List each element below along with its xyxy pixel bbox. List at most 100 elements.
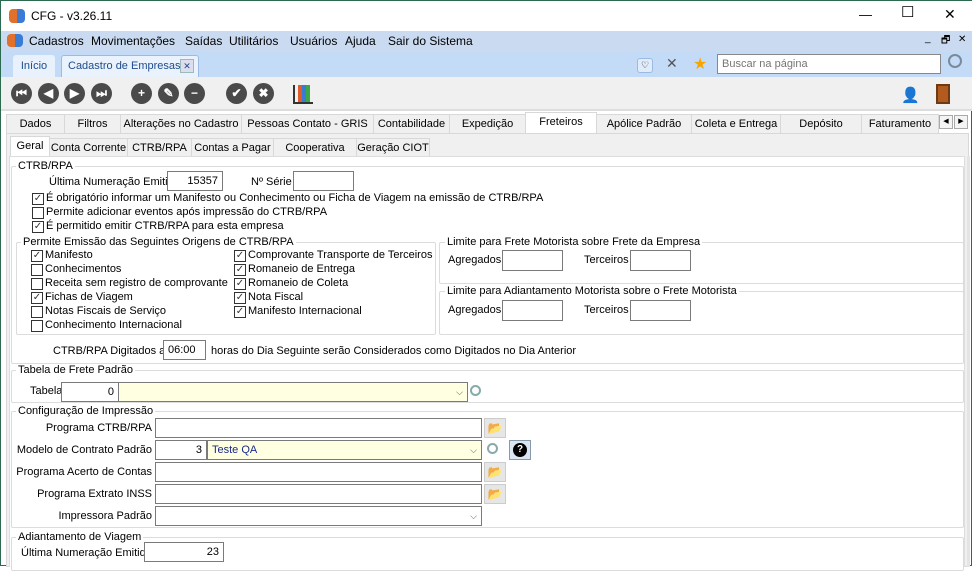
checkbox[interactable]: ✓ (32, 193, 44, 205)
modelo-code-input[interactable]: 3 (155, 440, 207, 460)
folder-open-icon[interactable]: 📂 (484, 484, 506, 504)
subtab-contas-pagar[interactable]: Contas a Pagar (191, 138, 274, 157)
tabela-combo[interactable]: ⌵ (118, 382, 468, 402)
tab-coleta-entrega[interactable]: Coleta e Entrega (691, 114, 781, 134)
menu-sair[interactable]: Sair do Sistema (388, 34, 473, 48)
minimize-button[interactable]: — (859, 8, 872, 21)
tabela-code-input[interactable]: 0 (61, 382, 119, 402)
programa-ctrb-input[interactable] (155, 418, 482, 438)
frete-agregados-input[interactable] (502, 250, 563, 271)
checkbox[interactable] (31, 278, 43, 290)
checkbox[interactable]: ✓ (234, 250, 246, 262)
chevron-down-icon[interactable]: ⌵ (470, 441, 477, 459)
tab-freteiros[interactable]: Freteiros (525, 112, 597, 134)
checkbox[interactable]: ✓ (234, 292, 246, 304)
chevron-down-icon[interactable]: ⌵ (456, 383, 463, 401)
menu-movimentacoes[interactable]: Movimentações (91, 34, 175, 48)
unpin-icon[interactable]: ✕ (666, 55, 678, 72)
mdi-restore-button[interactable]: 🗗 (941, 33, 950, 50)
digitados-input[interactable]: 06:00 (163, 340, 206, 360)
ultima-numeracao-input[interactable]: 15357 (167, 171, 223, 191)
tabela-frete-legend: Tabela de Frete Padrão (16, 364, 135, 376)
mdi-close-button[interactable]: ✕ (958, 34, 966, 45)
impressora-label: Impressora Padrão (58, 510, 152, 522)
next-record-icon[interactable]: ▶ (64, 83, 85, 104)
menu-cadastros[interactable]: Cadastros (29, 34, 84, 48)
add-icon[interactable]: + (131, 83, 152, 104)
star-icon[interactable]: ★ (693, 54, 707, 74)
lookup-search-icon[interactable] (487, 443, 498, 454)
vertical-scrollbar[interactable] (967, 156, 970, 567)
report-chart-icon[interactable] (293, 85, 313, 104)
checkbox[interactable]: ✓ (234, 278, 246, 290)
mdi-minimize-button[interactable]: _ (925, 33, 931, 44)
subtab-cooperativa[interactable]: Cooperativa (273, 138, 357, 157)
confirm-icon[interactable]: ✔ (226, 83, 247, 104)
tab-scroll-left-icon[interactable]: ◀ (939, 115, 953, 129)
subtab-ctrb-rpa[interactable]: CTRB/RPA (127, 138, 192, 157)
user-security-icon[interactable]: 👤 (901, 86, 920, 104)
acerto-input[interactable] (155, 462, 482, 482)
last-record-icon[interactable]: ⏭ (91, 83, 112, 104)
subtab-geracao-ciot[interactable]: Geração CIOT (356, 138, 430, 157)
lookup-search-icon[interactable] (470, 385, 481, 396)
checkbox-label: Manifesto Internacional (248, 305, 362, 317)
menu-ajuda[interactable]: Ajuda (345, 34, 376, 48)
frete-terceiros-input[interactable] (630, 250, 691, 271)
tab-cadastro-empresas[interactable]: Cadastro de Empresas ✕ (61, 55, 199, 77)
menu-saidas[interactable]: Saídas (185, 34, 222, 48)
tab-scroll-right-icon[interactable]: ▶ (954, 115, 968, 129)
checkbox[interactable]: ✓ (31, 250, 43, 262)
first-record-icon[interactable]: ⏮ (11, 83, 32, 104)
impressora-select[interactable]: ⌵ (155, 506, 482, 526)
menu-utilitarios[interactable]: Utilitários (229, 34, 278, 48)
menu-usuarios[interactable]: Usuários (290, 34, 337, 48)
app-window: CFG - v3.26.11 — ☐ ✕ Cadastros Movimenta… (0, 0, 972, 571)
checkbox[interactable]: ✓ (31, 292, 43, 304)
subtab-conta-corrente[interactable]: Conta Corrente (49, 138, 128, 157)
checkbox[interactable]: ✓ (234, 306, 246, 318)
tab-deposito[interactable]: Depósito (780, 114, 862, 134)
folder-open-icon[interactable]: 📂 (484, 418, 506, 438)
checkbox[interactable] (31, 264, 43, 276)
tab-faturamento[interactable]: Faturamento (861, 114, 939, 134)
checkbox-label: Permite adicionar eventos após impressão… (46, 206, 328, 218)
tab-contabilidade[interactable]: Contabilidade (373, 114, 450, 134)
tab-alteracoes[interactable]: Alterações no Cadastro (120, 114, 242, 134)
inss-input[interactable] (155, 484, 482, 504)
adiantamento-input[interactable]: 23 (144, 542, 224, 562)
tab-apolice[interactable]: Apólice Padrão (596, 114, 692, 134)
search-icon[interactable] (948, 54, 962, 68)
help-button[interactable]: ? (509, 440, 531, 460)
chevron-down-icon[interactable]: ⌵ (470, 507, 477, 525)
close-tab-icon[interactable]: ✕ (180, 59, 194, 73)
previous-record-icon[interactable]: ◀ (38, 83, 59, 104)
tab-dados[interactable]: Dados (6, 114, 65, 134)
checkbox[interactable] (32, 207, 44, 219)
checkbox[interactable] (31, 320, 43, 332)
tabela-label: Tabela (30, 385, 63, 397)
maximize-button[interactable]: ☐ (901, 5, 914, 20)
tab-filtros[interactable]: Filtros (64, 114, 121, 134)
adiant-agregados-input[interactable] (502, 300, 563, 321)
adiant-terceiros-input[interactable] (630, 300, 691, 321)
favorites-dropdown-icon[interactable]: ♡ (637, 58, 653, 73)
delete-icon[interactable]: − (184, 83, 205, 104)
modelo-combo[interactable]: Teste QA ⌵ (207, 440, 482, 460)
exit-door-icon[interactable] (936, 84, 950, 104)
search-input[interactable] (717, 54, 941, 74)
checkbox[interactable] (31, 306, 43, 318)
close-button[interactable]: ✕ (944, 7, 956, 21)
checkbox[interactable]: ✓ (234, 264, 246, 276)
tab-expedicao[interactable]: Expedição (449, 114, 526, 134)
tab-inicio[interactable]: Início (13, 55, 55, 77)
folder-open-icon[interactable]: 📂 (484, 462, 506, 482)
edit-icon[interactable]: ✎ (158, 83, 179, 104)
serie-input[interactable] (293, 171, 354, 191)
checkbox[interactable]: ✓ (32, 221, 44, 233)
terceiros-label: Terceiros (584, 304, 629, 316)
adiantamento-label: Última Numeração Emitida (21, 547, 152, 559)
tab-pessoas-contato[interactable]: Pessoas Contato - GRIS (241, 114, 374, 134)
cancel-icon[interactable]: ✖ (253, 83, 274, 104)
subtab-geral[interactable]: Geral (10, 136, 50, 157)
